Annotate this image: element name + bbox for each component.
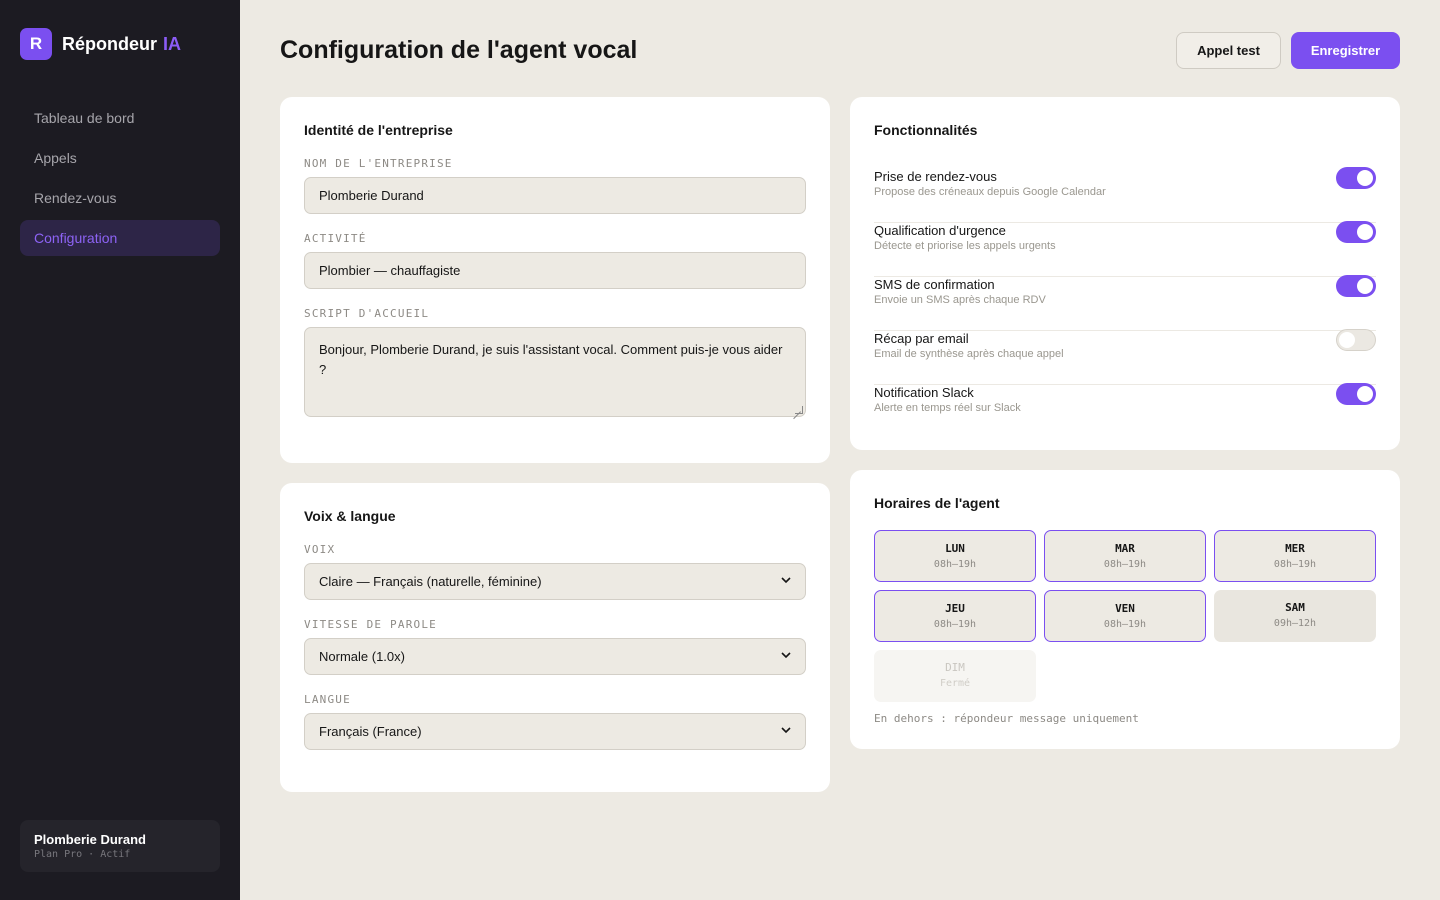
day-name: LUN	[945, 542, 965, 555]
day-name: DIM	[945, 661, 965, 674]
day-sunday[interactable]: DIM Fermé	[874, 650, 1036, 702]
feature-row-sms: SMS de confirmation Envoie un SMS après …	[874, 275, 1376, 331]
feature-row-slack: Notification Slack Alerte en temps réel …	[874, 383, 1376, 439]
feature-row-email-recap: Récap par email Email de synthèse après …	[874, 329, 1376, 385]
day-name: MAR	[1115, 542, 1135, 555]
toggle-sms[interactable]	[1336, 275, 1376, 297]
activity-label: ACTIVITÉ	[304, 232, 367, 245]
account-card[interactable]: Plomberie Durand Plan Pro · Actif	[20, 820, 220, 872]
activity-input[interactable]: Plombier — chauffagiste	[304, 252, 806, 289]
sidebar-nav: Tableau de bord Appels Rendez-vous Confi…	[20, 100, 220, 260]
sidebar-item-calls[interactable]: Appels	[20, 140, 220, 176]
toggle-appointments[interactable]	[1336, 167, 1376, 189]
toggle-email-recap[interactable]	[1336, 329, 1376, 351]
feature-desc: Email de synthèse après chaque appel	[874, 348, 1064, 360]
voice-card: Voix & langue VOIX Claire — Français (na…	[280, 483, 830, 792]
day-name: SAM	[1285, 601, 1305, 614]
chevron-down-icon	[781, 727, 791, 734]
day-friday[interactable]: VEN 08h–19h	[1044, 590, 1206, 642]
day-hours: Fermé	[939, 678, 971, 689]
toggle-knob	[1357, 386, 1373, 402]
app-name-accent: IA	[163, 33, 182, 54]
toggle-urgency[interactable]	[1336, 221, 1376, 243]
day-hours: 08h–19h	[933, 619, 977, 630]
greeting-script-text: Bonjour, Plomberie Durand, je suis l'ass…	[319, 342, 783, 377]
voice-label: VOIX	[304, 543, 336, 556]
features-card: Fonctionnalités Prise de rendez-vous Pro…	[850, 97, 1400, 450]
identity-card: Identité de l'entreprise NOM DE L'ENTREP…	[280, 97, 830, 463]
test-call-button[interactable]: Appel test	[1176, 32, 1281, 69]
feature-name: Prise de rendez-vous	[874, 169, 997, 184]
language-select[interactable]: Français (France)	[304, 713, 806, 750]
feature-desc: Alerte en temps réel sur Slack	[874, 402, 1021, 414]
greeting-script-textarea[interactable]: Bonjour, Plomberie Durand, je suis l'ass…	[304, 327, 806, 417]
sidebar-item-configuration[interactable]: Configuration	[20, 220, 220, 256]
voice-card-title: Voix & langue	[304, 508, 396, 524]
feature-name: Qualification d'urgence	[874, 223, 1006, 238]
hours-card-title: Horaires de l'agent	[874, 495, 1000, 511]
hours-card: Horaires de l'agent LUN 08h–19h MAR 08h–…	[850, 470, 1400, 749]
day-hours: 08h–19h	[1273, 559, 1317, 570]
speech-speed-select[interactable]: Normale (1.0x)	[304, 638, 806, 675]
feature-name: Notification Slack	[874, 385, 974, 400]
identity-card-title: Identité de l'entreprise	[304, 122, 453, 138]
voice-select[interactable]: Claire — Français (naturelle, féminine)	[304, 563, 806, 600]
chevron-down-icon	[781, 577, 791, 584]
day-hours: 09h–12h	[1273, 618, 1317, 629]
language-label: LANGUE	[304, 693, 351, 706]
page-title: Configuration de l'agent vocal	[280, 36, 638, 64]
feature-desc: Détecte et priorise les appels urgents	[874, 240, 1056, 252]
account-name: Plomberie Durand	[34, 832, 146, 847]
chevron-down-icon	[781, 652, 791, 659]
feature-row-appointments: Prise de rendez-vous Propose des créneau…	[874, 167, 1376, 223]
toggle-knob	[1357, 224, 1373, 240]
toggle-knob	[1357, 170, 1373, 186]
day-hours: 08h–19h	[1103, 619, 1147, 630]
sidebar-item-appointments[interactable]: Rendez-vous	[20, 180, 220, 216]
voice-select-value: Claire — Français (naturelle, féminine)	[319, 574, 542, 589]
feature-desc: Envoie un SMS après chaque RDV	[874, 294, 1046, 306]
toggle-slack[interactable]	[1336, 383, 1376, 405]
day-hours: 08h–19h	[933, 559, 977, 570]
greeting-script-label: SCRIPT D'ACCUEIL	[304, 307, 430, 320]
day-saturday[interactable]: SAM 09h–12h	[1214, 590, 1376, 642]
brand[interactable]: R Répondeur IA	[20, 28, 181, 60]
day-thursday[interactable]: JEU 08h–19h	[874, 590, 1036, 642]
language-select-value: Français (France)	[319, 724, 422, 739]
sidebar: R Répondeur IA Tableau de bord Appels Re…	[0, 0, 240, 900]
day-monday[interactable]: LUN 08h–19h	[874, 530, 1036, 582]
day-name: VEN	[1115, 602, 1135, 615]
sidebar-item-dashboard[interactable]: Tableau de bord	[20, 100, 220, 136]
toggle-knob	[1357, 278, 1373, 294]
company-name-label: NOM DE L'ENTREPRISE	[304, 157, 453, 170]
feature-name: Récap par email	[874, 331, 969, 346]
speech-speed-value: Normale (1.0x)	[319, 649, 405, 664]
day-name: MER	[1285, 542, 1305, 555]
feature-row-urgency: Qualification d'urgence Détecte et prior…	[874, 221, 1376, 277]
features-card-title: Fonctionnalités	[874, 122, 978, 138]
app-logo: R	[20, 28, 52, 60]
feature-name: SMS de confirmation	[874, 277, 995, 292]
speech-speed-label: VITESSE DE PAROLE	[304, 618, 437, 631]
day-name: JEU	[945, 602, 965, 615]
day-tuesday[interactable]: MAR 08h–19h	[1044, 530, 1206, 582]
toggle-knob	[1339, 332, 1355, 348]
day-hours: 08h–19h	[1103, 559, 1147, 570]
save-button[interactable]: Enregistrer	[1291, 32, 1400, 69]
feature-desc: Propose des créneaux depuis Google Calen…	[874, 186, 1106, 198]
company-name-input[interactable]: Plomberie Durand	[304, 177, 806, 214]
hours-note: En dehors : répondeur message uniquement	[874, 712, 1139, 725]
resize-handle-icon[interactable]	[795, 406, 803, 414]
account-plan: Plan Pro · Actif	[34, 849, 131, 860]
app-name: Répondeur	[62, 33, 158, 54]
day-wednesday[interactable]: MER 08h–19h	[1214, 530, 1376, 582]
